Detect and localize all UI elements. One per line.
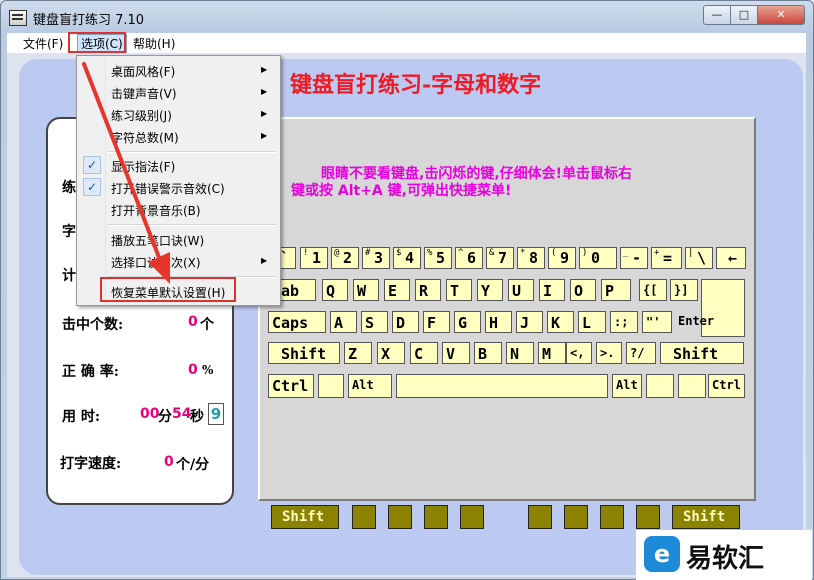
watermark-text: 易软汇 xyxy=(686,544,765,574)
watermark: e 易软汇 xyxy=(636,530,812,580)
watermark-logo-icon: e xyxy=(644,536,680,572)
annotation-arrow-icon xyxy=(82,62,170,284)
